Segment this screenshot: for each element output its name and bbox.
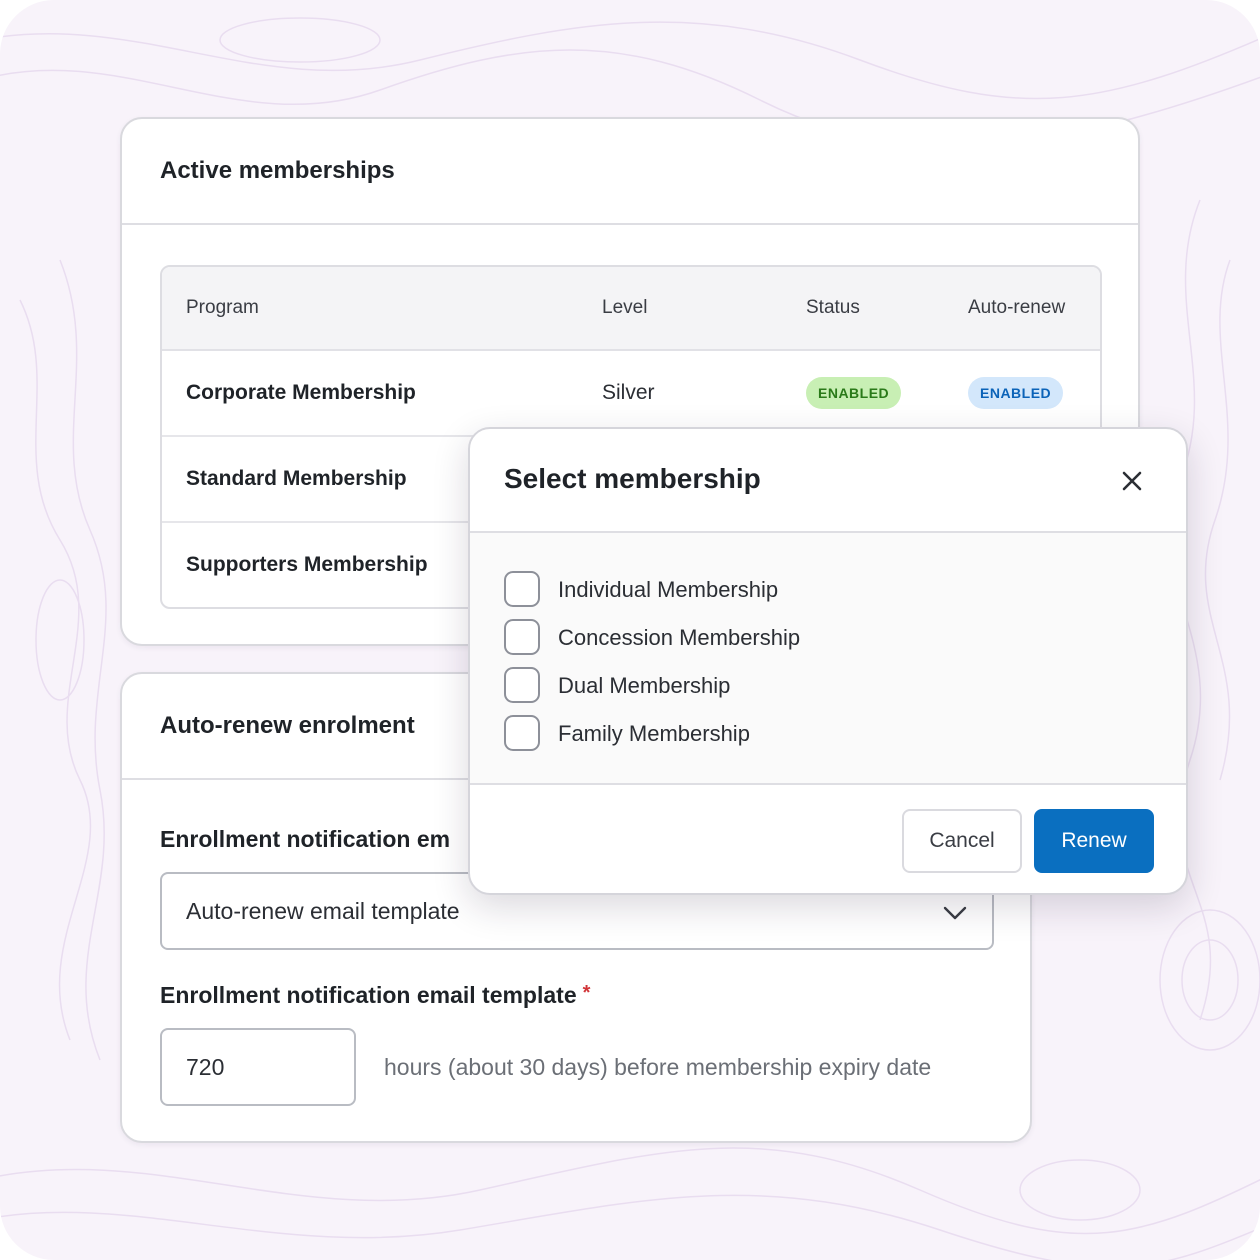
cancel-button[interactable]: Cancel <box>902 809 1022 873</box>
selected-value: Auto-renew email template <box>186 898 460 924</box>
option-label: Concession Membership <box>558 625 801 650</box>
close-icon[interactable] <box>1118 467 1146 495</box>
required-asterisk: * <box>582 982 591 1004</box>
auto-renew-badge: ENABLED <box>968 377 1064 409</box>
card-title: Active memberships <box>160 157 395 184</box>
notification-hours-label: Enrollment notification email template * <box>160 982 590 1009</box>
checkbox[interactable] <box>504 715 540 751</box>
dialog-title: Select membership <box>504 463 761 494</box>
column-header-auto-renew: Auto-renew <box>968 297 1066 318</box>
membership-level: Silver <box>602 381 655 404</box>
table-row[interactable]: Corporate Membership Silver ENABLED ENAB… <box>162 351 1100 437</box>
program-name: Supporters Membership <box>186 553 428 576</box>
column-header-status: Status <box>806 297 860 318</box>
select-membership-dialog: Select membership Individual Membership … <box>468 427 1188 895</box>
divider <box>122 223 1138 225</box>
dialog-body: Individual Membership Concession Members… <box>470 531 1186 785</box>
table-header: Program Level Status Auto-renew <box>162 267 1100 351</box>
checkbox[interactable] <box>504 619 540 655</box>
card-title: Auto-renew enrolment <box>160 712 415 739</box>
option-label: Individual Membership <box>558 577 779 602</box>
checkbox[interactable] <box>504 571 540 607</box>
option-label: Dual Membership <box>558 673 731 698</box>
option-label: Family Membership <box>558 721 750 746</box>
page-background: Active memberships Program Level Status … <box>0 0 1260 1260</box>
hours-hint: hours (about 30 days) before membership … <box>384 1054 932 1080</box>
column-header-program: Program <box>186 297 259 318</box>
chevron-down-icon <box>943 906 967 920</box>
email-template-label: Enrollment notification em <box>160 826 451 852</box>
status-badge: ENABLED <box>806 377 902 409</box>
checkbox[interactable] <box>504 667 540 703</box>
column-header-level: Level <box>602 297 648 318</box>
renew-button[interactable]: Renew <box>1034 809 1154 873</box>
notification-hours-input[interactable] <box>160 1028 356 1106</box>
program-name: Corporate Membership <box>186 381 416 404</box>
label-text: Enrollment notification email template <box>160 982 577 1008</box>
program-name: Standard Membership <box>186 467 407 490</box>
